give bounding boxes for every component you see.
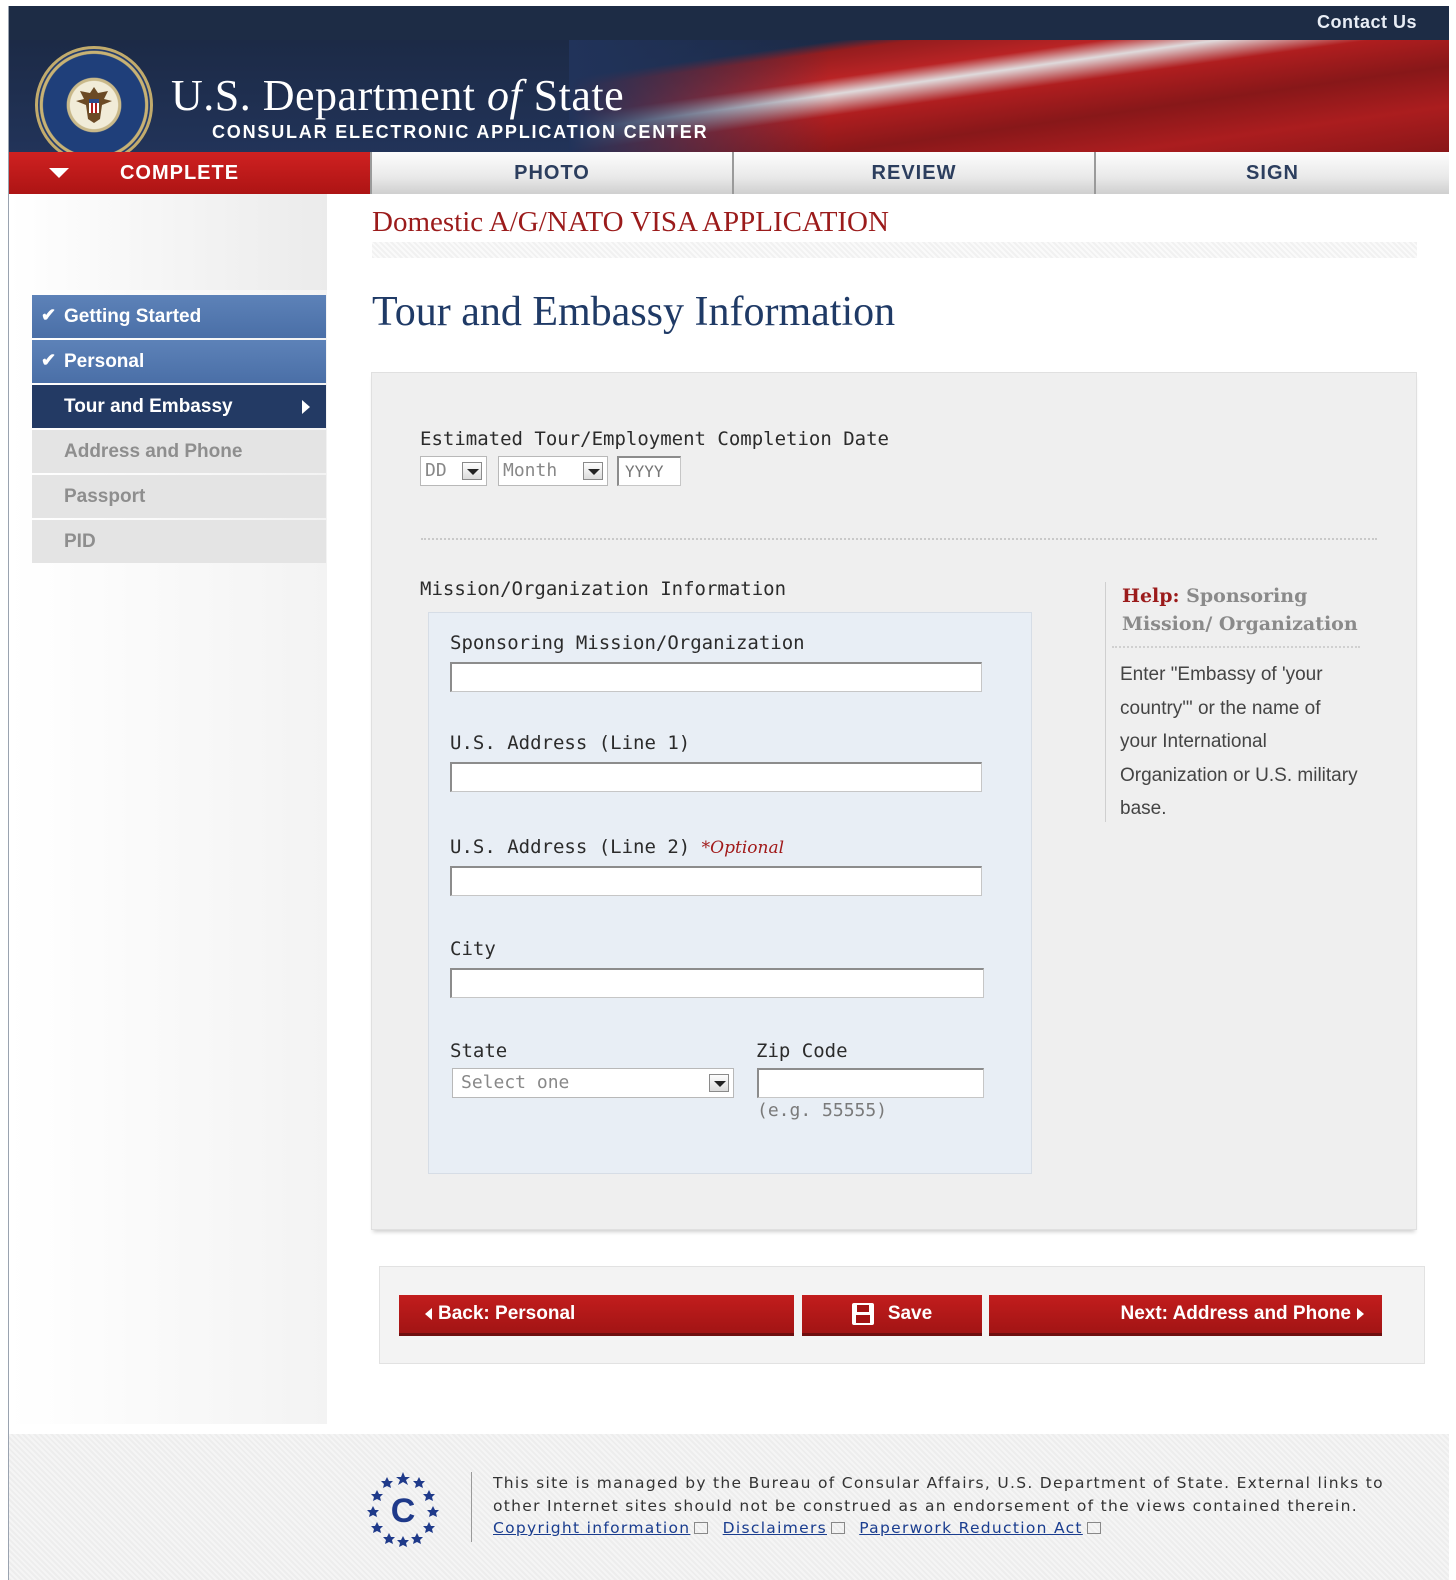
sidebar-nav: ✔ Getting Started ✔ Personal Tour and Em… — [32, 295, 326, 565]
address-line2-input[interactable] — [450, 866, 982, 896]
help-box: Help: Sponsoring Mission/ Organization E… — [1105, 582, 1365, 822]
zip-input[interactable] — [757, 1068, 984, 1098]
application-type-heading: Domestic A/G/NATO VISA APPLICATION — [372, 206, 889, 238]
city-label: City — [450, 938, 496, 960]
sidebar-item-passport: Passport — [32, 475, 326, 518]
external-link-icon — [1086, 1522, 1101, 1534]
checkmark-icon: ✔ — [41, 305, 57, 325]
city-input[interactable] — [450, 968, 984, 998]
state-label: State — [450, 1040, 508, 1062]
completion-date-label: Estimated Tour/Employment Completion Dat… — [420, 428, 889, 450]
heading-divider — [372, 242, 1417, 258]
zip-hint: (e.g. 55555) — [757, 1100, 888, 1121]
help-title: Help: Sponsoring Mission/ Organization — [1122, 585, 1358, 635]
sidebar-item-pid: PID — [32, 520, 326, 563]
address-line2-label: U.S. Address (Line 2) *Optional — [450, 836, 785, 858]
dropdown-arrow-icon — [583, 462, 603, 480]
year-input[interactable] — [617, 456, 681, 486]
arrow-left-icon — [425, 1308, 432, 1320]
sponsoring-mission-input[interactable] — [450, 662, 982, 692]
save-button[interactable]: Save — [802, 1295, 982, 1333]
section-divider — [421, 538, 1377, 540]
footer-text: This site is managed by the Bureau of Co… — [493, 1474, 1384, 1537]
paperwork-reduction-act-link[interactable]: Paperwork Reduction Act — [859, 1519, 1083, 1537]
optional-marker: *Optional — [701, 838, 785, 858]
department-title: U.S. Department of State — [171, 71, 625, 120]
progress-tabs: COMPLETE PHOTO REVIEW SIGN — [9, 152, 1449, 194]
contact-us-link[interactable]: Contact Us — [1317, 12, 1417, 33]
arrow-right-icon — [1357, 1308, 1364, 1320]
back-button[interactable]: Back: Personal — [399, 1295, 794, 1333]
arrow-right-icon — [302, 400, 310, 414]
floppy-disk-icon — [851, 1303, 874, 1325]
tab-review[interactable]: REVIEW — [734, 152, 1096, 194]
address-line1-input[interactable] — [450, 762, 982, 792]
consular-affairs-logo-icon: C — [367, 1472, 439, 1547]
address-line1-label: U.S. Address (Line 1) — [450, 732, 691, 754]
sidebar-item-personal[interactable]: ✔ Personal — [32, 340, 326, 383]
sidebar-item-tour-and-embassy[interactable]: Tour and Embassy — [32, 385, 326, 428]
sidebar-item-address-and-phone: Address and Phone — [32, 430, 326, 473]
header-banner: U.S. Department of State CONSULAR ELECTR… — [9, 40, 1449, 158]
copyright-link[interactable]: Copyright information — [493, 1519, 690, 1537]
tab-photo[interactable]: PHOTO — [372, 152, 734, 194]
external-link-icon — [694, 1522, 709, 1534]
dropdown-arrow-icon — [462, 462, 482, 480]
next-button[interactable]: Next: Address and Phone — [989, 1295, 1382, 1333]
sidebar-item-getting-started[interactable]: ✔ Getting Started — [32, 295, 326, 338]
zip-label: Zip Code — [756, 1040, 848, 1062]
page-title: Tour and Embassy Information — [372, 289, 896, 335]
tab-complete[interactable]: COMPLETE — [9, 152, 372, 194]
svg-text:C: C — [391, 1492, 416, 1530]
caret-down-icon — [49, 168, 69, 178]
top-strip: Contact Us — [9, 6, 1449, 40]
tab-sign[interactable]: SIGN — [1096, 152, 1449, 194]
mission-section-label: Mission/Organization Information — [420, 578, 787, 600]
eagle-icon — [76, 87, 112, 123]
dropdown-arrow-icon — [709, 1074, 729, 1092]
checkmark-icon: ✔ — [41, 350, 57, 370]
sponsoring-mission-label: Sponsoring Mission/Organization — [450, 632, 805, 654]
month-select[interactable]: Month — [498, 456, 608, 486]
department-subtitle: CONSULAR ELECTRONIC APPLICATION CENTER — [212, 122, 709, 142]
state-department-seal-icon — [35, 46, 153, 158]
help-text: Enter "Embassy of 'your country'" or the… — [1120, 664, 1358, 819]
page-frame: Contact Us U.S. Department of State CONS… — [8, 6, 1449, 1580]
day-select[interactable]: DD — [420, 456, 487, 486]
state-select[interactable]: Select one — [452, 1068, 734, 1098]
external-link-icon — [831, 1522, 845, 1534]
disclaimers-link[interactable]: Disclaimers — [723, 1519, 827, 1537]
